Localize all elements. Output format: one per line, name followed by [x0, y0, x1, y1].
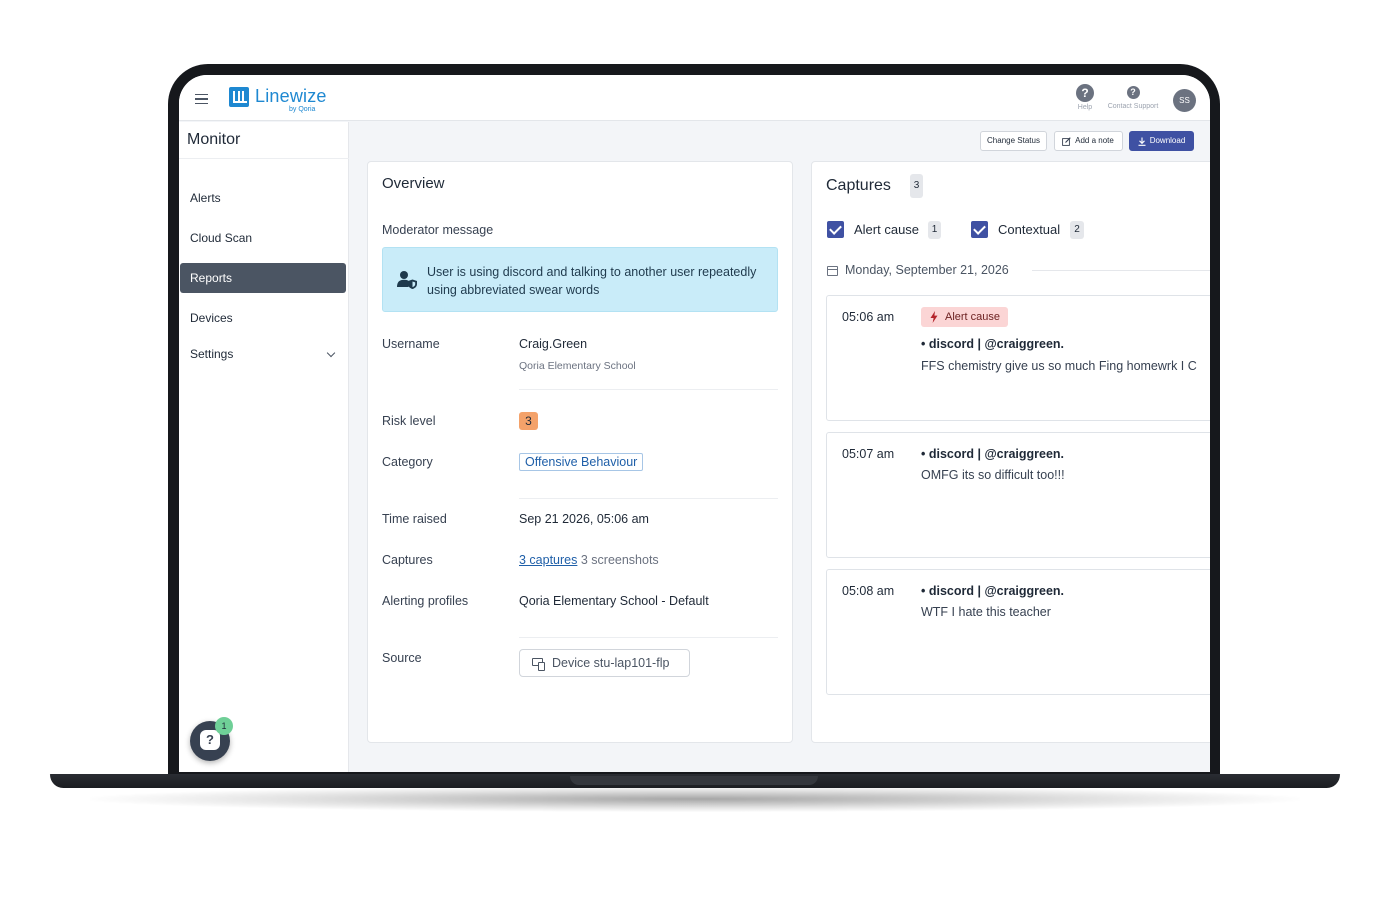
capture-item[interactable]: 05:07 am • discord | @craiggreen. OMFG i… [826, 432, 1210, 558]
capture-source: • discord | @craiggreen. [921, 447, 1065, 461]
captures-card: Captures 3 Alert cause 1 Contextual 2 Mo… [811, 161, 1210, 743]
contextual-count-badge: 2 [1070, 221, 1084, 239]
capture-date: Monday, September 21, 2026 [845, 263, 1009, 277]
category-label: Category [382, 455, 433, 469]
lightning-icon [930, 311, 938, 323]
edit-icon [1062, 137, 1071, 146]
divider [519, 498, 778, 499]
capture-time: 05:07 am [842, 447, 895, 461]
username-value: Craig.Green [519, 337, 588, 351]
user-avatar[interactable]: SS [1173, 89, 1196, 112]
support-icon: ? [1126, 86, 1140, 99]
divider [519, 389, 778, 390]
moderator-message-box: User is using discord and talking to ano… [382, 247, 778, 312]
overview-title: Overview [382, 175, 445, 192]
school-value: Qoria Elementary School [519, 360, 636, 372]
capture-time: 05:08 am [842, 584, 895, 598]
sidebar-item-cloud-scan[interactable]: Cloud Scan [180, 223, 346, 253]
top-bar: Linewize by Qoria ? Help ? Contact Suppo… [179, 75, 1210, 121]
laptop-shadow [90, 786, 1300, 812]
overview-card: Overview Moderator message User is using… [367, 161, 793, 743]
contextual-checkbox[interactable] [971, 221, 988, 238]
sidebar-item-alerts[interactable]: Alerts [180, 183, 346, 213]
sidebar-item-settings[interactable]: Settings [180, 339, 346, 369]
add-note-button[interactable]: Add a note [1054, 131, 1123, 151]
moderator-label: Moderator message [382, 223, 494, 237]
time-raised-label: Time raised [382, 512, 447, 526]
help-icon: ? [1076, 84, 1094, 102]
alerting-profiles-label: Alerting profiles [382, 594, 469, 608]
capture-message: WTF I hate this teacher [921, 605, 1051, 619]
brand-sub: by Qoria [289, 106, 316, 113]
device-icon [532, 658, 545, 671]
sidebar-divider [179, 158, 349, 159]
capture-source: • discord | @craiggreen. [921, 584, 1065, 598]
user-shield-icon [397, 271, 417, 289]
chat-icon: ? [200, 730, 220, 750]
download-label: Download [1149, 136, 1186, 145]
capture-item[interactable]: 05:08 am • discord | @craiggreen. WTF I … [826, 569, 1210, 695]
capture-source: • discord | @craiggreen. [921, 337, 1065, 351]
alert-tag-label: Alert cause [945, 311, 1001, 323]
sidebar-item-reports[interactable]: Reports [180, 263, 346, 293]
add-note-label: Add a note [1075, 136, 1114, 145]
alert-cause-checkbox[interactable] [827, 221, 844, 238]
time-raised-value: Sep 21 2026, 05:06 am [519, 512, 649, 526]
linewize-logo-icon [229, 87, 249, 107]
download-icon [1138, 137, 1146, 146]
contact-support-button[interactable]: ? Contact Support [1101, 86, 1165, 110]
download-button[interactable]: Download [1129, 131, 1194, 151]
hamburger-menu-icon[interactable] [195, 94, 208, 104]
sidebar-item-devices[interactable]: Devices [180, 303, 346, 333]
help-label: Help [1077, 104, 1093, 111]
help-button[interactable]: ? Help [1073, 84, 1097, 111]
captures-link[interactable]: 3 captures [519, 553, 577, 567]
sidebar-title: Monitor [187, 131, 241, 148]
captures-title: Captures [826, 177, 891, 194]
category-badge: Offensive Behaviour [519, 453, 644, 471]
sidebar-item-label: Settings [190, 347, 234, 361]
captures-label: Captures [382, 553, 433, 567]
screenshots-count: 3 screenshots [580, 553, 659, 567]
chat-notification-badge: 1 [215, 717, 233, 735]
app-screen: Linewize by Qoria ? Help ? Contact Suppo… [179, 75, 1210, 772]
alert-cause-count-badge: 1 [928, 221, 941, 239]
captures-value: 3 captures 3 screenshots [519, 553, 659, 567]
moderator-message: User is using discord and talking to ano… [427, 265, 757, 297]
divider [519, 637, 778, 638]
sidebar: Monitor Alerts Cloud Scan Reports Device… [179, 122, 349, 772]
risk-level-label: Risk level [382, 414, 436, 428]
change-status-button[interactable]: Change Status [980, 131, 1047, 151]
calendar-icon [827, 266, 838, 276]
capture-message: FFS chemistry give us so much Fing homew… [921, 359, 1197, 373]
chevron-down-icon [326, 348, 336, 358]
alert-cause-filter-label: Alert cause [854, 222, 920, 237]
source-label: Source [382, 651, 422, 665]
laptop-notch [570, 776, 818, 785]
capture-message: OMFG its so difficult too!!! [921, 468, 1065, 482]
alerting-profiles-value: Qoria Elementary School - Default [519, 594, 709, 608]
alert-cause-tag: Alert cause [921, 307, 1009, 327]
username-label: Username [382, 337, 440, 351]
brand-name: Linewize [255, 86, 327, 106]
date-divider [1032, 270, 1210, 271]
capture-time: 05:06 am [842, 310, 895, 324]
support-label: Contact Support [1107, 103, 1159, 110]
contextual-filter-label: Contextual [998, 222, 1061, 237]
risk-level-badge: 3 [519, 412, 538, 430]
source-device-label: Device stu-lap101-flp [552, 656, 670, 670]
source-device-button[interactable]: Device stu-lap101-flp [519, 649, 690, 677]
capture-item[interactable]: 05:06 am Alert cause • discord | @craigg… [826, 295, 1210, 421]
captures-count-badge: 3 [910, 174, 923, 198]
